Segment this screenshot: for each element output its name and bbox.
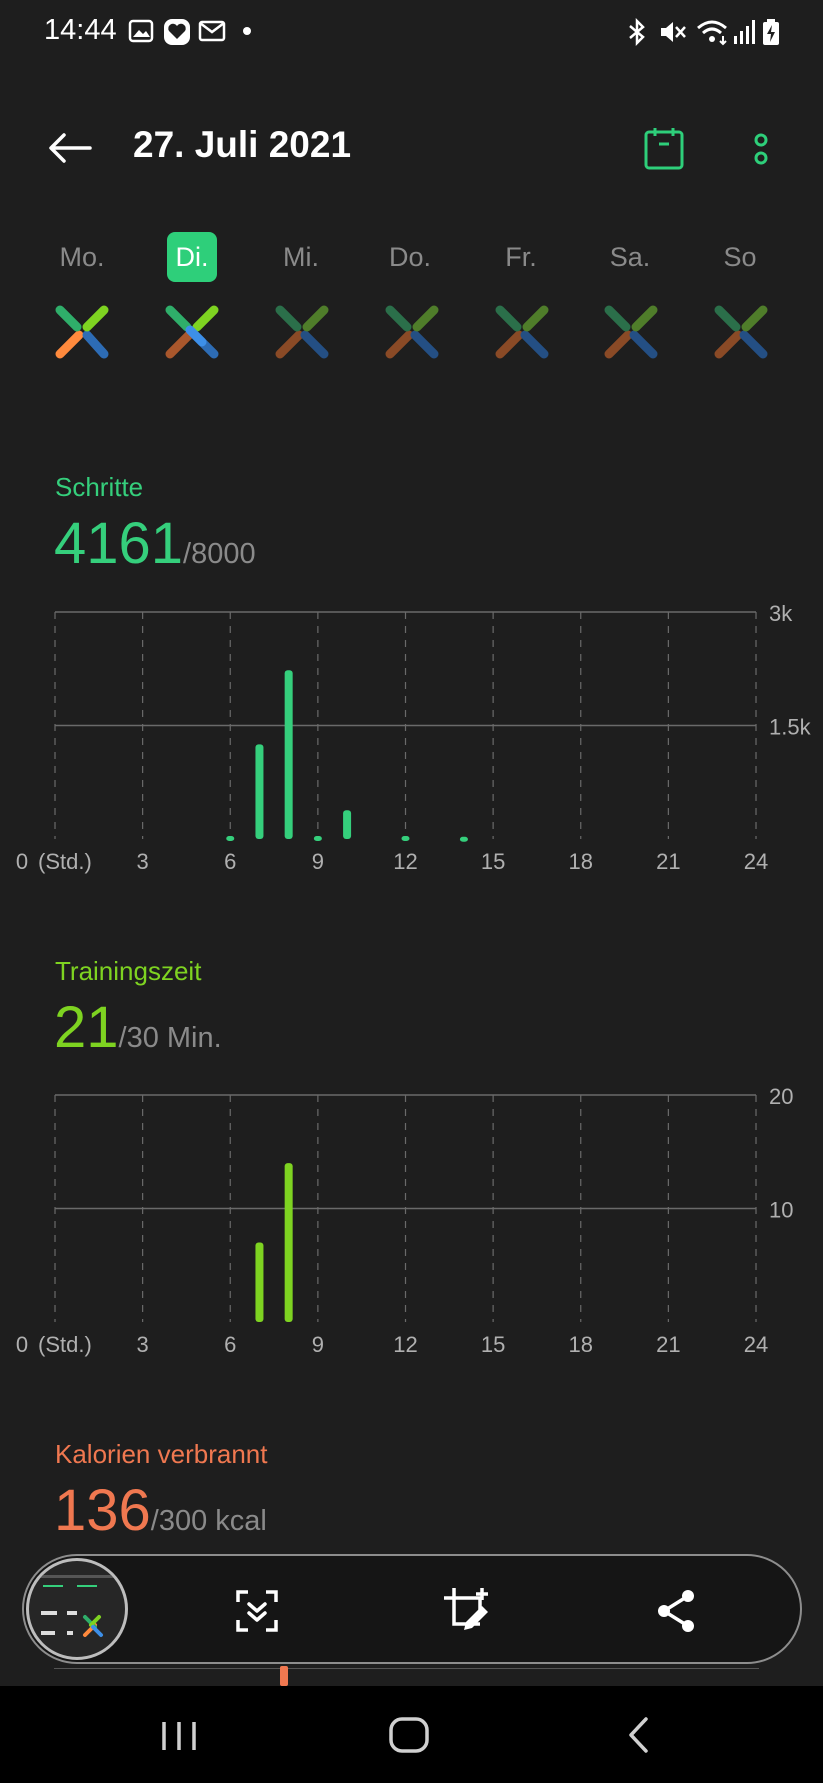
steps-xtick-label: 12 xyxy=(393,849,417,874)
training-xaxis-label: (Std.) xyxy=(38,1332,92,1357)
training-xtick-label: 24 xyxy=(744,1332,768,1357)
back-nav-icon[interactable] xyxy=(614,1710,664,1760)
training-label: Trainingszeit xyxy=(55,956,202,986)
steps-label: Schritte xyxy=(55,472,144,502)
steps-bar xyxy=(343,810,352,839)
calories-value: 136 xyxy=(54,1478,151,1543)
activity-ring-mo[interactable] xyxy=(52,302,112,362)
steps-bar xyxy=(459,836,468,842)
training-chart: 10 20 0 3 6 9 12 15 18 21 24 (Std.) xyxy=(16,1084,794,1357)
day-tab-mo[interactable]: Mo. xyxy=(52,232,112,282)
steps-xtick-label: 9 xyxy=(312,849,324,874)
training-goal: /30 Min. xyxy=(118,1022,222,1054)
bluetooth-icon xyxy=(629,18,645,46)
steps-xtick-label: 0 xyxy=(16,849,28,874)
status-time: 14:44 xyxy=(44,14,117,46)
day-tab-di[interactable]: Di. xyxy=(167,232,217,282)
training-xtick-label: 21 xyxy=(656,1332,680,1357)
heart-app-icon xyxy=(164,19,190,45)
calories-label: Kalorien verbrannt xyxy=(55,1439,268,1469)
steps-xaxis-label: (Std.) xyxy=(38,849,92,874)
steps-xtick-label: 3 xyxy=(137,849,149,874)
wifi-icon xyxy=(697,20,727,46)
battery-charging-icon xyxy=(763,19,779,45)
dot-icon xyxy=(243,27,251,35)
steps-xtick-label: 21 xyxy=(656,849,680,874)
activity-ring-di[interactable] xyxy=(162,302,222,362)
activity-ring-fr[interactable] xyxy=(492,302,552,362)
share-icon[interactable] xyxy=(652,1586,702,1636)
steps-ytick-label: 3k xyxy=(769,601,793,626)
screenshot-thumbnail[interactable] xyxy=(26,1558,128,1660)
activity-ring-do[interactable] xyxy=(382,302,442,362)
steps-xtick-label: 18 xyxy=(569,849,593,874)
training-bar xyxy=(255,1242,264,1322)
recent-apps-icon[interactable] xyxy=(154,1710,204,1760)
training-bar xyxy=(284,1163,293,1322)
day-tab-so[interactable]: So xyxy=(710,232,770,282)
more-options-icon[interactable] xyxy=(748,124,774,174)
training-value: 21 xyxy=(54,995,119,1060)
training-xtick-label: 6 xyxy=(224,1332,236,1357)
activity-ring-so[interactable] xyxy=(711,302,771,362)
training-ytick-label: 10 xyxy=(769,1198,793,1223)
steps-bar xyxy=(284,670,293,839)
training-value-row: 21/30 Min. xyxy=(54,994,222,1061)
calories-value-row: 136/300 kcal xyxy=(54,1477,267,1544)
signal-icon xyxy=(734,20,755,44)
steps-bar xyxy=(401,835,410,841)
image-icon xyxy=(128,19,154,43)
calories-goal: /300 kcal xyxy=(150,1505,267,1537)
mail-icon xyxy=(198,20,226,42)
steps-value: 4161 xyxy=(54,511,184,576)
mute-icon xyxy=(661,22,686,42)
training-xtick-label: 12 xyxy=(393,1332,417,1357)
training-xtick-label: 0 xyxy=(16,1332,28,1357)
crop-edit-icon[interactable] xyxy=(442,1586,492,1636)
training-xtick-label: 15 xyxy=(481,1332,505,1357)
steps-xtick-label: 15 xyxy=(481,849,505,874)
training-xtick-label: 18 xyxy=(569,1332,593,1357)
calendar-icon[interactable] xyxy=(640,124,690,174)
activity-ring-sa[interactable] xyxy=(601,302,661,362)
home-icon[interactable] xyxy=(384,1710,434,1760)
day-tab-mi[interactable]: Mi. xyxy=(271,232,331,282)
steps-bar xyxy=(313,835,322,841)
thumbnail-preview-icon xyxy=(39,1575,115,1637)
steps-goal: /8000 xyxy=(183,538,256,570)
steps-bar xyxy=(226,835,235,841)
page-title: 27. Juli 2021 xyxy=(133,124,352,165)
steps-ytick-label: 1.5k xyxy=(769,715,812,740)
training-xtick-label: 3 xyxy=(137,1332,149,1357)
training-xtick-label: 9 xyxy=(312,1332,324,1357)
calories-bar xyxy=(280,1666,288,1686)
day-tab-do[interactable]: Do. xyxy=(380,232,440,282)
steps-xtick-label: 24 xyxy=(744,849,768,874)
day-tab-fr[interactable]: Fr. xyxy=(491,232,551,282)
steps-chart: 1.5k 3k 0 3 6 9 12 15 18 21 24 (Std.) xyxy=(16,601,812,874)
day-tab-sa[interactable]: Sa. xyxy=(600,232,660,282)
training-ytick-label: 20 xyxy=(769,1084,793,1109)
activity-ring-mi[interactable] xyxy=(272,302,332,362)
scroll-capture-icon[interactable] xyxy=(232,1586,282,1636)
back-arrow-button[interactable] xyxy=(40,118,100,178)
steps-xtick-label: 6 xyxy=(224,849,236,874)
steps-value-row: 4161/8000 xyxy=(54,510,256,577)
calories-chart-gridline xyxy=(54,1668,759,1669)
steps-bar xyxy=(255,744,264,839)
